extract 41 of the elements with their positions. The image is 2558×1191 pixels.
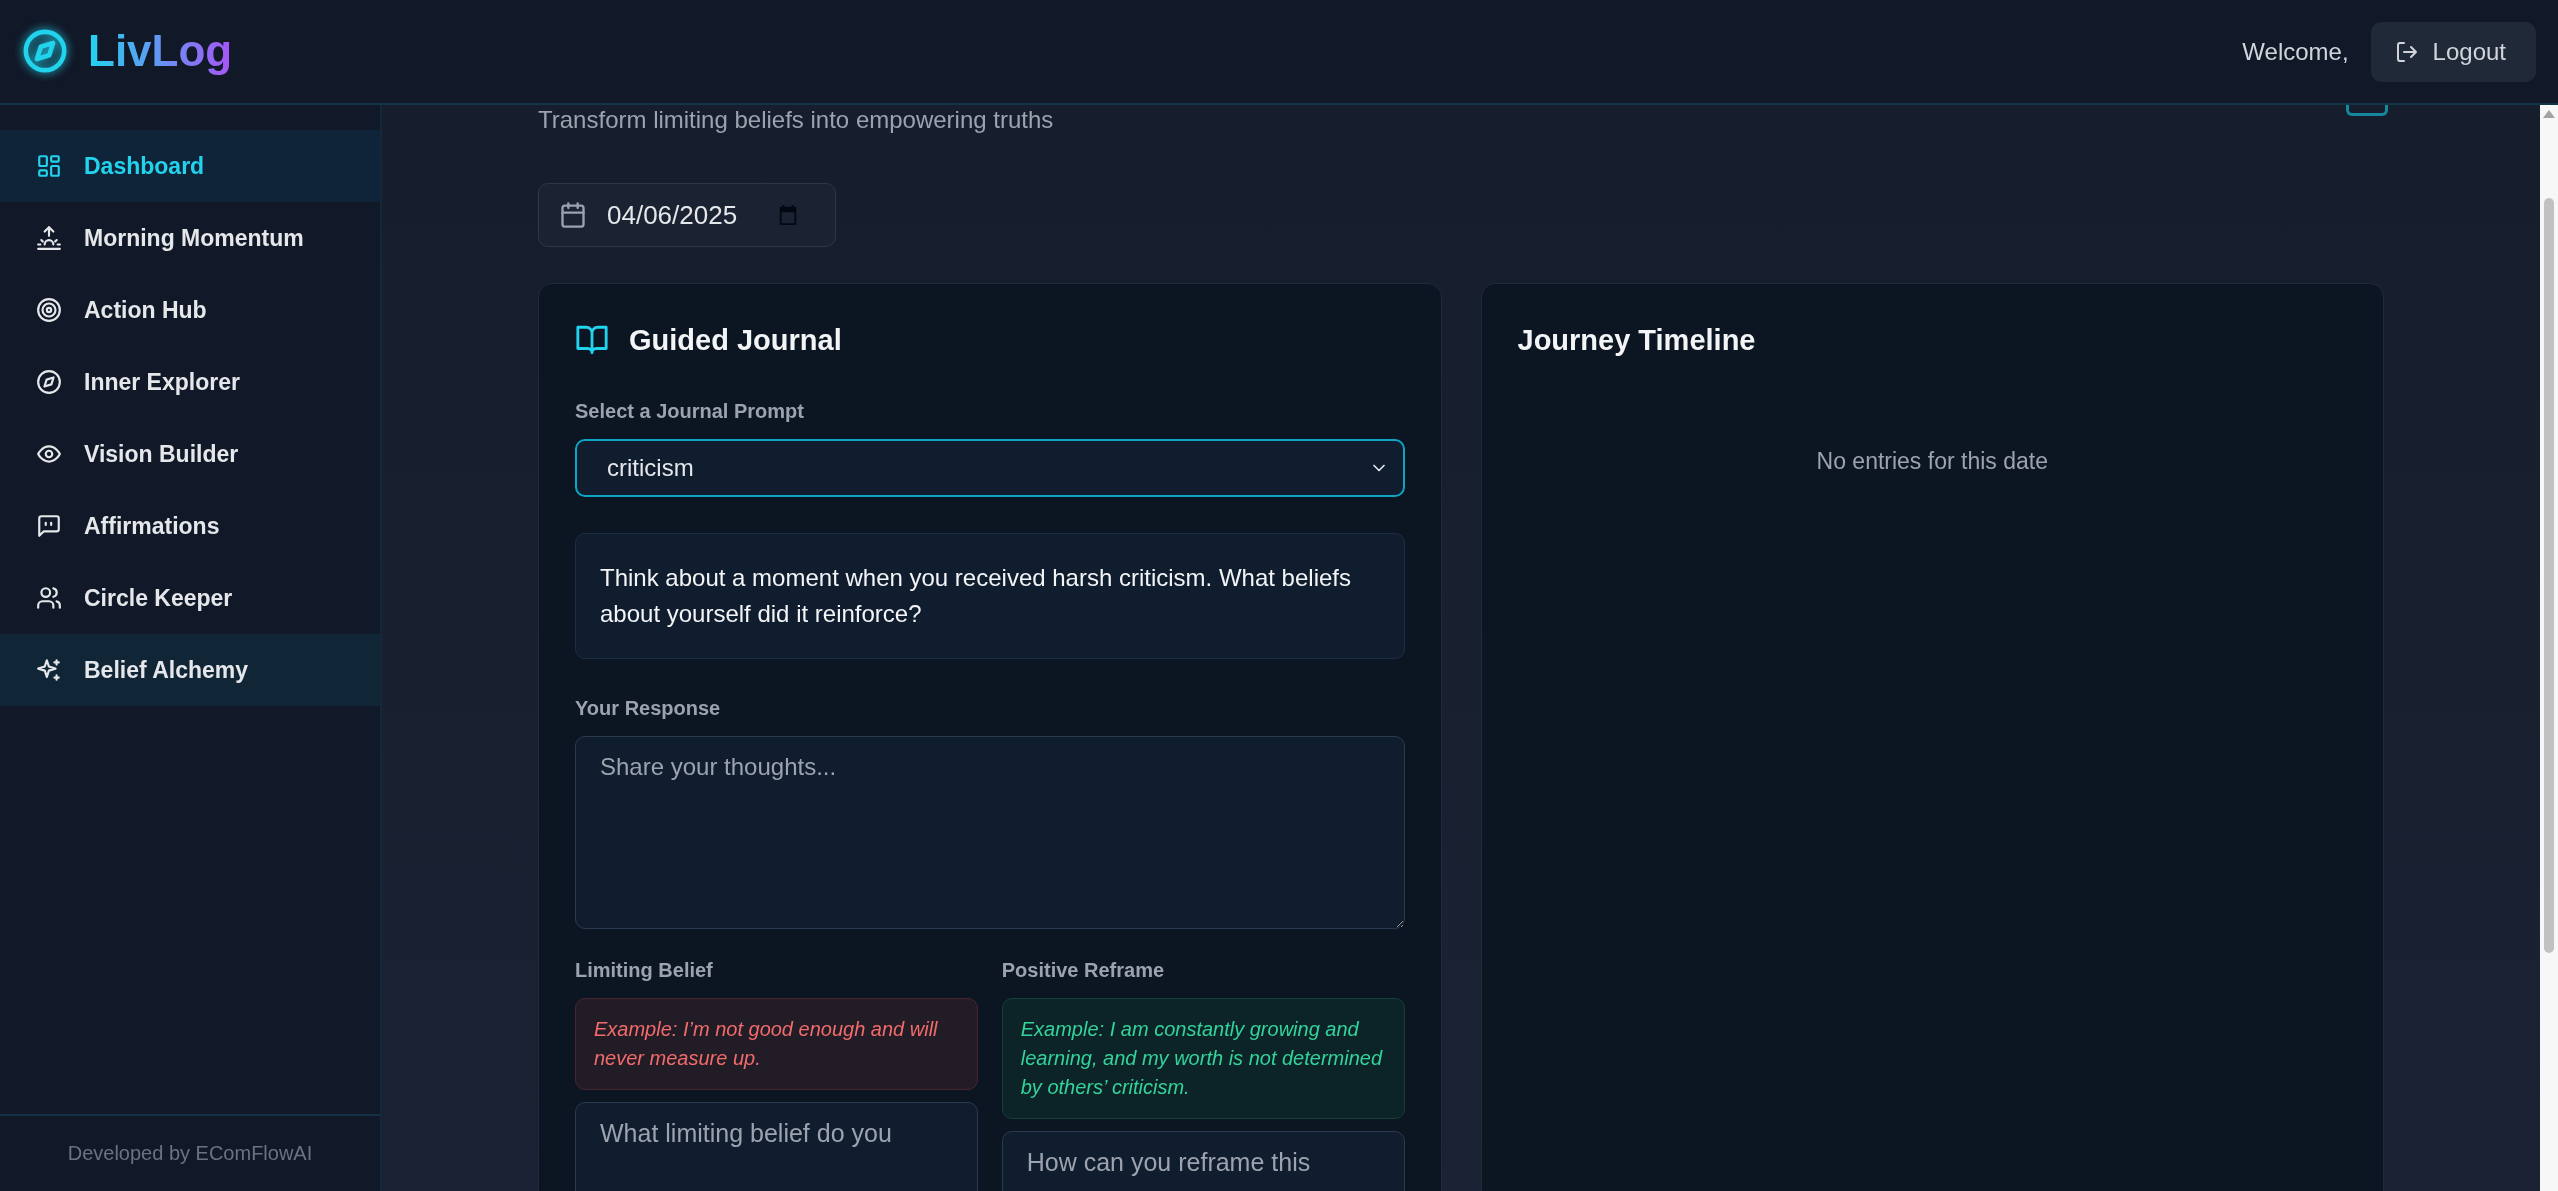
speech-bubble-icon xyxy=(36,513,62,539)
field-label: Limiting Belief xyxy=(575,959,714,982)
calendar-picker-icon[interactable] xyxy=(777,204,799,226)
prompt-text: Think about a moment when you received harsh criticism. What beliefs about yourself did it reinforce? xyxy=(575,533,1405,659)
prompt-select[interactable]: criticism xyxy=(575,439,1405,497)
field-label: Positive Reframe xyxy=(1001,959,1166,982)
card-title: Journey Timeline xyxy=(1517,323,1756,357)
scroll-up-arrow-icon[interactable] xyxy=(2543,109,2555,118)
book-icon xyxy=(575,323,609,357)
compass-icon xyxy=(36,369,62,395)
reframe-field[interactable]: How can you reframe this xyxy=(1001,1131,1405,1191)
sidebar-item[interactable]: Affirmations xyxy=(0,490,380,562)
field-label: Your Response xyxy=(575,697,722,720)
sunrise-icon xyxy=(36,225,62,251)
welcome-text: Welcome, xyxy=(2242,37,2349,66)
calendar-icon xyxy=(559,201,587,229)
grid-icon xyxy=(36,153,62,179)
limiting-belief-field[interactable]: What limiting belief do you xyxy=(575,1102,978,1191)
logout-button[interactable]: Logout xyxy=(2370,21,2536,82)
sidebar-item[interactable]: Belief Alchemy xyxy=(0,634,380,706)
sidebar-item[interactable]: Dashboard xyxy=(0,130,380,202)
compass-logo-icon xyxy=(22,28,68,75)
logout-icon xyxy=(2394,39,2419,64)
page-subtitle: Transform limiting beliefs into empowering truths xyxy=(538,105,1054,135)
reframe-example: Example: I am constantly growing and learning, and my worth is not determined by others’ criticism. xyxy=(1001,998,1405,1119)
date-field[interactable]: 04/06/2025 xyxy=(607,199,757,231)
people-icon xyxy=(36,585,62,611)
card-title: Guided Journal xyxy=(629,323,842,357)
scrollbar[interactable] xyxy=(2540,105,2558,1191)
empty-message: No entries for this date xyxy=(1815,448,2049,475)
field-label: Select a Journal Prompt xyxy=(575,400,805,423)
sidebar-item[interactable]: Action Hub xyxy=(0,274,380,346)
target-icon xyxy=(36,297,62,323)
sidebar-item[interactable]: Circle Keeper xyxy=(0,562,380,634)
sparkles-icon xyxy=(36,657,62,683)
developer-credit: Developed by EComFlowAI xyxy=(67,1142,313,1165)
response-field[interactable]: Share your thoughts... xyxy=(575,736,1405,929)
limiting-example: Example: I’m not good enough and will never measure up. xyxy=(575,998,978,1090)
sidebar-item[interactable]: Vision Builder xyxy=(0,418,380,490)
sidebar-item[interactable]: Inner Explorer xyxy=(0,346,380,418)
sidebar-item[interactable]: Morning Momentum xyxy=(0,202,380,274)
